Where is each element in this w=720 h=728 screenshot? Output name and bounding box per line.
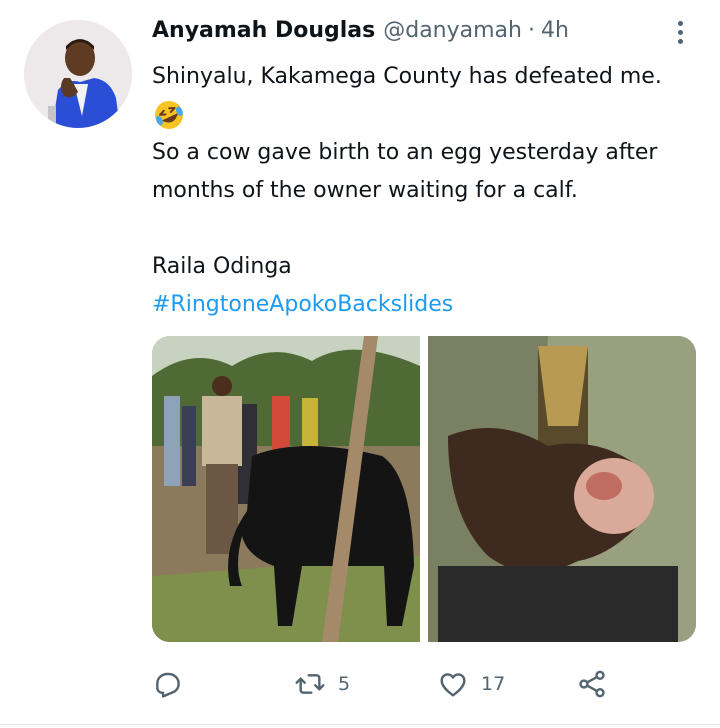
men-standing-around-black-cow-photo[interactable] <box>152 336 420 642</box>
retweet-count: 5 <box>338 673 351 695</box>
tweet[interactable]: Anyamah Douglas @danyamah · 4h Shinyalu,… <box>0 0 720 728</box>
tweet-line: months of the owner waiting for a calf. <box>152 178 578 203</box>
avatar[interactable] <box>24 20 132 128</box>
tweet-actions: 5 17 <box>152 664 622 704</box>
share-icon <box>579 670 605 698</box>
tweet-text: Shinyalu, Kakamega County has defeated m… <box>152 58 692 324</box>
like-button[interactable]: 17 <box>437 664 505 704</box>
author-handle[interactable]: @danyamah <box>383 18 522 43</box>
heart-icon <box>440 673 466 697</box>
separator: · <box>527 18 535 43</box>
tweet-line: Raila Odinga <box>152 254 292 279</box>
like-count: 17 <box>481 673 506 695</box>
hashtag-link[interactable]: #RingtoneApokoBackslides <box>152 292 453 317</box>
divider <box>0 724 720 725</box>
author-name[interactable]: Anyamah Douglas <box>152 18 375 43</box>
timestamp[interactable]: 4h <box>541 18 569 43</box>
hand-holding-egg-photo[interactable] <box>428 336 696 642</box>
reply-button[interactable] <box>152 664 184 704</box>
rolling-on-floor-laughing-emoji <box>152 98 186 132</box>
tweet-header: Anyamah Douglas @danyamah · 4h <box>152 18 569 50</box>
retweet-button[interactable]: 5 <box>294 664 350 704</box>
share-button[interactable] <box>576 664 608 704</box>
retweet-icon <box>295 674 325 694</box>
reply-icon <box>156 672 180 698</box>
tweet-line: So a cow gave birth to an egg yesterday … <box>152 140 658 165</box>
media-grid <box>152 336 696 642</box>
more-options-icon[interactable] <box>668 18 692 46</box>
tweet-line: Shinyalu, Kakamega County has defeated m… <box>152 64 662 89</box>
